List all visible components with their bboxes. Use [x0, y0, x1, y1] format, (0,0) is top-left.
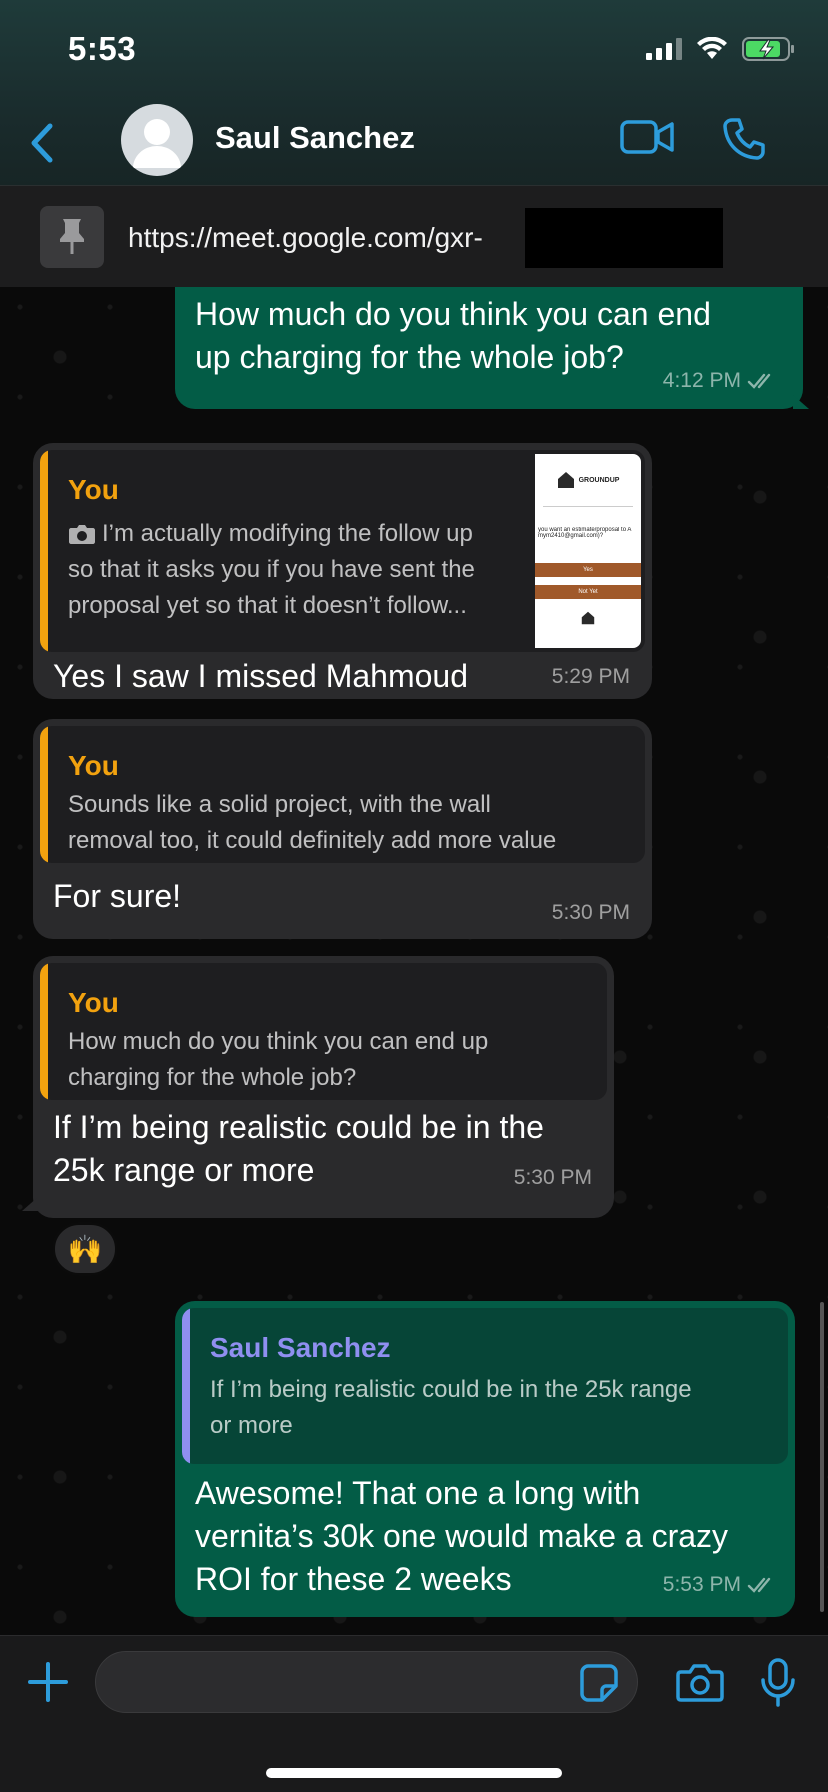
pinned-text: https://meet.google.com/gxr-	[128, 222, 483, 253]
pin-icon	[40, 206, 104, 268]
wifi-icon	[697, 37, 727, 59]
redaction-box	[525, 208, 723, 268]
composer-bar	[0, 1635, 828, 1792]
quote-text-line: so that it asks you if you have sent the	[68, 556, 475, 583]
thumb-brand: GROUNDUP	[578, 476, 620, 484]
message-text-line: Awesome! That one a long with	[195, 1475, 641, 1511]
double-check-icon	[747, 1577, 771, 1593]
message-input[interactable]	[95, 1651, 638, 1713]
camera-small-icon	[69, 525, 95, 544]
quote-text-line: Sounds like a solid project, with the wa…	[68, 791, 491, 818]
bubble-tail-icon	[22, 1197, 38, 1211]
message-text-line: 25k range or more	[53, 1152, 315, 1188]
scrollbar[interactable]	[820, 1302, 824, 1612]
message-text-line: If I’m being realistic could be in the	[53, 1109, 544, 1145]
message-bubble-outgoing[interactable]: Saul Sanchez If I’m being realistic coul…	[175, 1301, 795, 1617]
double-check-icon	[747, 373, 771, 389]
home-indicator[interactable]	[266, 1768, 562, 1778]
contact-name[interactable]: Saul Sanchez	[215, 120, 415, 156]
plus-icon[interactable]	[26, 1660, 70, 1704]
quote-author: You	[68, 474, 119, 505]
person-icon	[133, 119, 181, 168]
quote-text-line: charging for the whole job?	[68, 1064, 357, 1091]
quote-text-line: or more	[210, 1412, 293, 1439]
quoted-image-thumbnail[interactable]: GROUNDUP you want an estimate/proposal t…	[535, 454, 641, 648]
thumb-text: mym2410@gmail.com)?	[538, 533, 604, 539]
signal-icon	[646, 38, 682, 60]
groundup-logo-icon	[557, 472, 574, 488]
message-time: 5:30 PM	[551, 901, 630, 924]
groundup-logo-icon	[581, 611, 595, 625]
quoted-message[interactable]: You I’m actually modifying the follow up…	[40, 450, 645, 652]
chat-messages[interactable]: How much do you think you can end up cha…	[0, 287, 828, 1635]
bubble-tail-icon	[793, 395, 809, 409]
message-text-line: ROI for these 2 weeks	[195, 1561, 512, 1597]
quote-text-line: I’m actually modifying the follow up	[102, 520, 473, 547]
quote-text-line: proposal yet so that it doesn’t follow..…	[68, 592, 467, 619]
status-icons	[646, 36, 796, 62]
quote-author: You	[68, 750, 119, 781]
camera-icon[interactable]	[676, 1664, 724, 1702]
message-time: 4:12 PM	[662, 369, 741, 392]
quote-text-line: If I’m being realistic could be in the 2…	[210, 1376, 692, 1403]
message-time: 5:53 PM	[662, 1573, 741, 1596]
message-time: 5:30 PM	[513, 1166, 592, 1189]
chat-header: 5:53 Saul Sanchez	[0, 0, 828, 185]
phone-icon[interactable]	[722, 117, 766, 161]
message-bubble-outgoing[interactable]: How much do you think you can end up cha…	[175, 287, 803, 409]
quote-author: Saul Sanchez	[210, 1332, 391, 1363]
raised-hands-icon: 🙌	[67, 1233, 103, 1265]
reaction-badge[interactable]: 🙌	[52, 1222, 118, 1276]
message-time: 5:29 PM	[551, 665, 630, 688]
message-text-line: How much do you think you can end	[195, 296, 711, 332]
quote-bar	[40, 963, 48, 1100]
message-text-line: up charging for the whole job?	[195, 339, 624, 375]
message-text: For sure!	[53, 878, 182, 914]
thumb-button: Not Yet	[535, 585, 641, 599]
message-text: Yes I saw I missed Mahmoud	[53, 658, 468, 694]
thumb-button: Yes	[535, 563, 641, 577]
battery-charging-icon	[742, 37, 794, 61]
video-call-icon[interactable]	[620, 118, 674, 156]
message-bubble-incoming[interactable]: You I’m actually modifying the follow up…	[33, 443, 652, 699]
quoted-message[interactable]: You How much do you think you can end up…	[40, 963, 607, 1100]
message-bubble-incoming[interactable]: You Sounds like a solid project, with th…	[33, 719, 652, 939]
avatar[interactable]	[121, 104, 193, 176]
status-time: 5:53	[68, 30, 137, 67]
quote-text-line: How much do you think you can end up	[68, 1028, 489, 1055]
sticker-icon[interactable]	[580, 1664, 618, 1702]
quote-text-line: removal too, it could definitely add mor…	[68, 827, 557, 854]
message-bubble-incoming[interactable]: You How much do you think you can end up…	[33, 956, 614, 1218]
quoted-message[interactable]: Saul Sanchez If I’m being realistic coul…	[182, 1308, 788, 1464]
back-chevron-icon[interactable]	[22, 118, 62, 168]
quote-bar	[40, 450, 48, 652]
quote-bar	[40, 726, 48, 863]
quote-bar	[182, 1308, 190, 1464]
quoted-message[interactable]: You Sounds like a solid project, with th…	[40, 726, 645, 863]
pinned-message-bar[interactable]: https://meet.google.com/gxr-	[0, 185, 828, 287]
microphone-icon[interactable]	[760, 1658, 796, 1708]
quote-author: You	[68, 987, 119, 1018]
message-text-line: vernita’s 30k one would make a crazy	[195, 1518, 729, 1554]
